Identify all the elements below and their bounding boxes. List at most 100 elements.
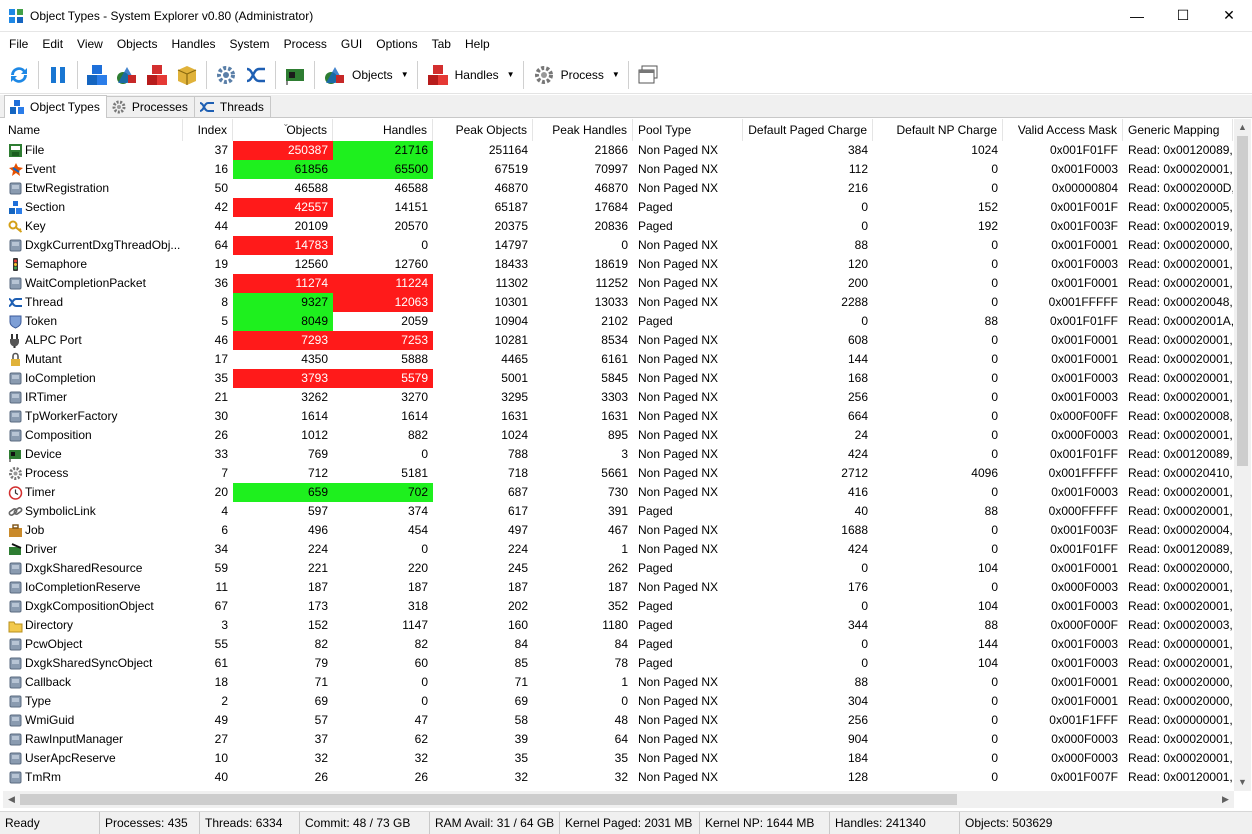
objects-shapes-icon[interactable] [112,60,142,90]
cell-np: 0 [991,409,998,423]
menu-view[interactable]: View [70,33,110,55]
vertical-scrollbar[interactable]: ▲ ▼ [1234,119,1251,791]
table-row[interactable]: IRTimer 21 3262 3270 3295 3303 Non Paged NX 256… [3,388,1233,407]
menu-file[interactable]: File [0,33,35,55]
column-header-default-np-charge[interactable]: Default NP Charge [873,119,1003,141]
cell-objects: 221 [307,561,328,575]
table-row[interactable]: Directory 3 152 1147 160 1180 Paged 344 88 0x000F… [3,616,1233,635]
cell-mask: 0x001F0003 [1051,599,1118,613]
cell-peak-objects: 39 [514,732,528,746]
cell-objects: 712 [307,466,328,480]
scroll-right-icon[interactable]: ▶ [1217,791,1234,808]
column-header-peak-objects[interactable]: Peak Objects [433,119,533,141]
table-row[interactable]: Type 2 69 0 69 0 Non Paged NX 304 0 0x001F0001 Rea… [3,692,1233,711]
tab-object-types[interactable]: Object Types [4,95,107,118]
table-row[interactable]: PcwObject 55 82 82 84 84 Paged 0 144 0x001F0003 Re… [3,635,1233,654]
table-row[interactable]: TmRm 40 26 26 32 32 Non Paged NX 128 0 0x001F007F… [3,768,1233,787]
table-row[interactable]: DxgkCompositionObject 67 173 318 202 352 Paged… [3,597,1233,616]
cell-pool: Paged [638,637,673,651]
column-header-pool-type[interactable]: Pool Type [633,119,743,141]
menu-edit[interactable]: Edit [35,33,70,55]
table-row[interactable]: DxgkSharedSyncObject 61 79 60 85 78 Paged 0 104 0… [3,654,1233,673]
table-row[interactable]: Semaphore 19 12560 12760 18433 18619 Non Paged… [3,255,1233,274]
menu-handles[interactable]: Handles [165,33,223,55]
cell-paged: 0 [861,599,868,613]
tab-processes[interactable]: Processes [105,96,195,117]
table-row[interactable]: DxgkSharedResource 59 221 220 245 262 Paged 0 10… [3,559,1233,578]
objects-dropdown[interactable]: Objects ▼ [319,60,413,90]
objects-gold-icon[interactable] [172,60,202,90]
column-header-default-paged-charge[interactable]: Default Paged Charge [743,119,873,141]
handles-dropdown[interactable]: Handles ▼ [422,60,519,90]
table-row[interactable]: Key 44 20109 20570 20375 20836 Paged 0 192 0x001F… [3,217,1233,236]
refresh-icon[interactable] [4,60,34,90]
process-dropdown[interactable]: Process ▼ [528,60,624,90]
table-row[interactable]: Composition 26 1012 882 1024 895 Non Paged NX 2… [3,426,1233,445]
cell-paged: 200 [847,276,868,290]
table-row[interactable]: IoCompletion 35 3793 5579 5001 5845 Non Paged … [3,369,1233,388]
cell-peak-handles: 0 [621,238,628,252]
cell-peak-objects: 788 [507,447,528,461]
scroll-left-icon[interactable]: ◀ [3,791,20,808]
pause-icon[interactable] [43,60,73,90]
table-row[interactable]: Section 42 42557 14151 65187 17684 Paged 0 152 0x… [3,198,1233,217]
horizontal-scroll-thumb[interactable] [20,794,957,805]
table-row[interactable]: Mutant 17 4350 5888 4465 6161 Non Paged NX 144 0… [3,350,1233,369]
table-row[interactable]: TpWorkerFactory 30 1614 1614 1631 1631 Non Pag… [3,407,1233,426]
menu-process[interactable]: Process [277,33,334,55]
table-row[interactable]: Timer 20 659 702 687 730 Non Paged NX 416 0 0x001… [3,483,1233,502]
table-row[interactable]: File 37 250387 21716 251164 21866 Non Paged NX… [3,141,1233,160]
menu-tab[interactable]: Tab [425,33,458,55]
column-header-handles[interactable]: Handles [333,119,433,141]
table-row[interactable]: ALPC Port 46 7293 7253 10281 8534 Non Paged NX… [3,331,1233,350]
minimize-button[interactable]: — [1114,0,1160,32]
scroll-down-icon[interactable]: ▼ [1234,774,1251,791]
threads-icon[interactable] [241,60,271,90]
cell-pool: Non Paged NX [638,162,719,176]
column-header-generic-mapping[interactable]: Generic Mapping [1123,119,1233,141]
table-row[interactable]: WaitCompletionPacket 36 11274 11224 11302 112… [3,274,1233,293]
menu-options[interactable]: Options [369,33,424,55]
table-row[interactable]: Job 6 496 454 497 467 Non Paged NX 1688 0 0x001F0… [3,521,1233,540]
menu-system[interactable]: System [223,33,277,55]
maximize-button[interactable]: ☐ [1160,0,1206,32]
table-row[interactable]: RawInputManager 27 37 62 39 64 Non Paged NX 904… [3,730,1233,749]
status-ready: Ready [0,812,100,834]
menu-objects[interactable]: Objects [110,33,165,55]
horizontal-scrollbar[interactable]: ◀ ▶ [3,791,1234,808]
table-row[interactable]: DxgkCurrentDxgThreadObj... 64 14783 0 14797 0… [3,236,1233,255]
status-kernel-paged: Kernel Paged: 2031 MB [560,812,700,834]
cell-index: 30 [214,409,228,423]
tab-threads[interactable]: Threads [193,96,271,117]
table-row[interactable]: IoCompletionReserve 11 187 187 187 187 Non Pag… [3,578,1233,597]
cell-peak-objects: 617 [507,504,528,518]
table-row[interactable]: EtwRegistration 50 46588 46588 46870 46870 Non… [3,179,1233,198]
vertical-scroll-thumb[interactable] [1237,136,1248,466]
table-row[interactable]: Thread 8 9327 12063 10301 13033 Non Paged NX 22… [3,293,1233,312]
menu-help[interactable]: Help [458,33,497,55]
scroll-up-icon[interactable]: ▲ [1234,119,1251,136]
table-row[interactable]: Process 7 712 5181 718 5661 Non Paged NX 2712 40… [3,464,1233,483]
column-header-valid-access-mask[interactable]: Valid Access Mask [1003,119,1123,141]
table-row[interactable]: Token 5 8049 2059 10904 2102 Paged 0 88 0x001F01F… [3,312,1233,331]
table-row[interactable]: WmiGuid 49 57 47 58 48 Non Paged NX 256 0 0x001F1… [3,711,1233,730]
column-header-objects[interactable]: ⌄ Objects [233,119,333,141]
windows-icon[interactable] [633,60,663,90]
table-row[interactable]: UserApcReserve 10 32 32 35 35 Non Paged NX 184 0… [3,749,1233,768]
device-card-icon[interactable] [280,60,310,90]
table-row[interactable]: SymbolicLink 4 597 374 617 391 Paged 40 88 0x000F… [3,502,1233,521]
table-row[interactable]: Driver 34 224 0 224 1 Non Paged NX 424 0 0x001F01… [3,540,1233,559]
status-handles: Handles: 241340 [830,812,960,834]
objects-red-icon[interactable] [142,60,172,90]
cell-name: Timer [25,485,56,499]
table-row[interactable]: Callback 18 71 0 71 1 Non Paged NX 88 0 0x001F000… [3,673,1233,692]
column-header-peak-handles[interactable]: Peak Handles [533,119,633,141]
services-gear-icon[interactable] [211,60,241,90]
table-row[interactable]: Event 16 61856 65500 67519 70997 Non Paged NX 1… [3,160,1233,179]
table-row[interactable]: Device 33 769 0 788 3 Non Paged NX 424 0 0x001F01… [3,445,1233,464]
menu-gui[interactable]: GUI [334,33,369,55]
column-header-index[interactable]: Index [183,119,233,141]
column-header-name[interactable]: Name [3,119,183,141]
close-button[interactable]: ✕ [1206,0,1252,32]
object-types-blue-icon[interactable] [82,60,112,90]
